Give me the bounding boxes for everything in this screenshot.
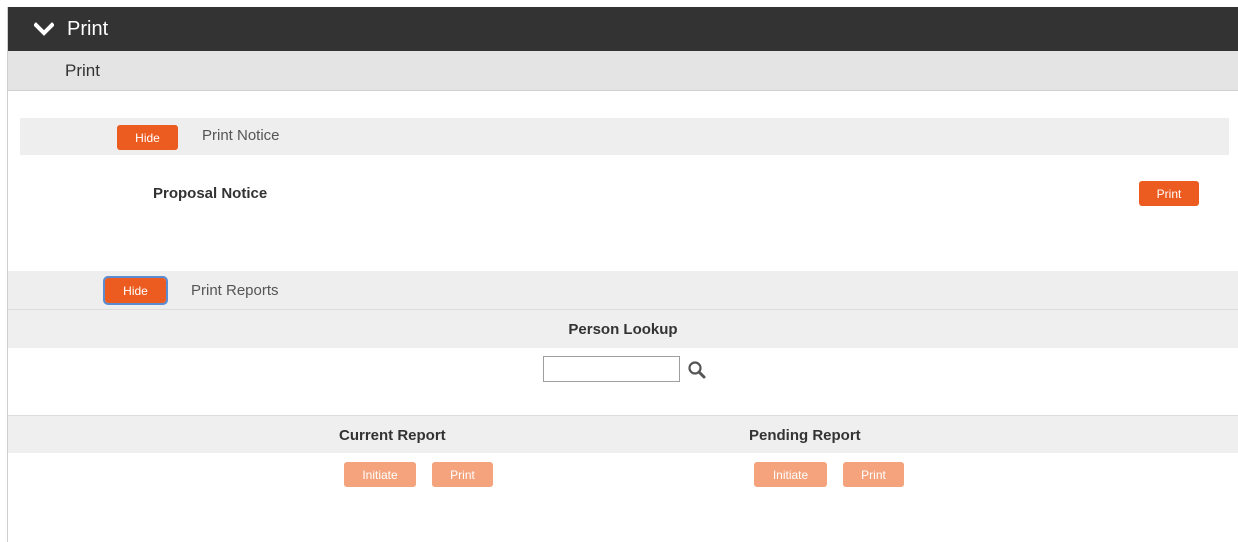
proposal-notice-label: Proposal Notice (153, 185, 268, 202)
pending-report-print-button[interactable]: Print (843, 462, 904, 487)
hide-print-reports-button[interactable]: Hide (103, 276, 168, 305)
print-notice-section-header: Hide Print Notice (20, 118, 1229, 155)
reports-heading-row: Current Report Pending Report (8, 415, 1238, 453)
pending-report-heading: Pending Report (749, 427, 861, 444)
hide-print-notice-button[interactable]: Hide (117, 125, 178, 150)
chevron-down-icon[interactable] (34, 21, 54, 37)
print-reports-section-header: Hide Print Reports (8, 271, 1238, 310)
current-report-print-button[interactable]: Print (432, 462, 493, 487)
current-report-initiate-button[interactable]: Initiate (344, 462, 416, 487)
person-lookup-heading: Person Lookup (8, 310, 1238, 348)
current-report-heading: Current Report (339, 427, 446, 444)
print-reports-title: Print Reports (191, 282, 279, 299)
panel-title: Print (67, 18, 109, 40)
subheader: Print (8, 51, 1238, 91)
print-notice-title: Print Notice (202, 127, 280, 144)
panel-header[interactable]: Print (8, 7, 1238, 51)
person-lookup-input[interactable] (543, 356, 680, 382)
subheader-label: Print (65, 60, 100, 80)
pending-report-initiate-button[interactable]: Initiate (754, 462, 827, 487)
print-proposal-notice-button[interactable]: Print (1139, 181, 1199, 206)
search-icon[interactable] (687, 360, 707, 380)
